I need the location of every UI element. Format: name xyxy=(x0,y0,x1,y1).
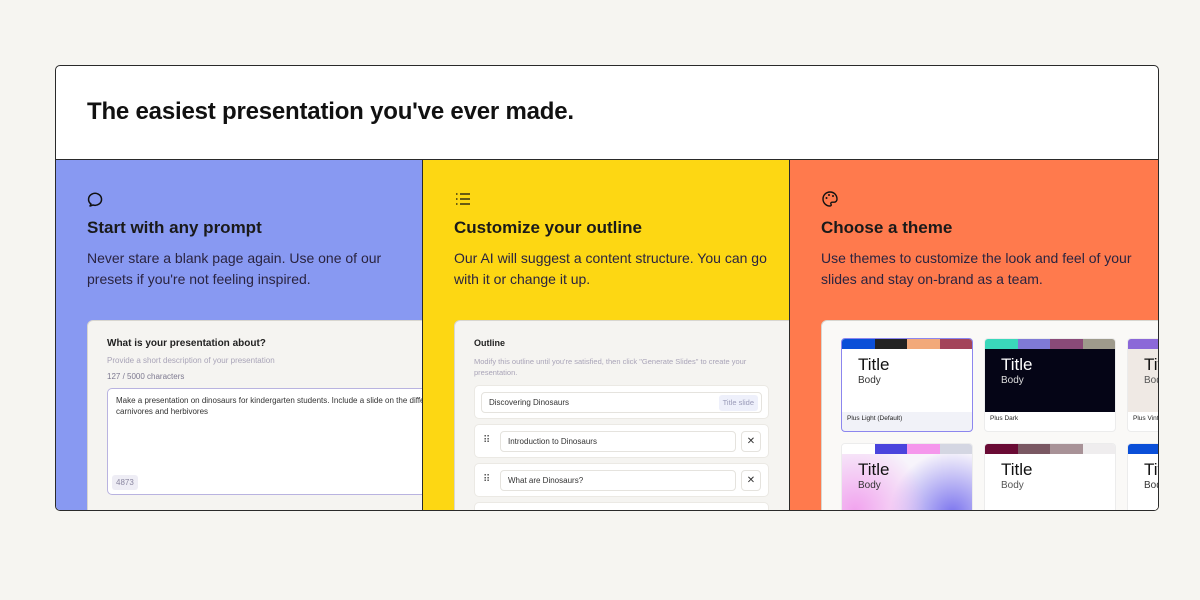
theme-preview-title: Title xyxy=(1144,460,1158,479)
theme-color-swatch: #3ad8bb xyxy=(985,339,1018,349)
theme-option[interactable]: #8b68d8#8b68d8#8b68d8#8b68d8 TitleBody P… xyxy=(1127,338,1159,432)
theme-color-strip: #8b68d8#8b68d8#8b68d8#8b68d8 xyxy=(1128,339,1158,349)
theme-preview-body: Body xyxy=(858,375,881,386)
theme-color-swatch: #7f7ad6 xyxy=(1017,339,1050,349)
palette-icon xyxy=(822,191,838,207)
theme-preview: TitleBody xyxy=(985,454,1115,510)
remaining-count: 4873 xyxy=(112,475,138,490)
theme-color-swatch: #d4d6e2 xyxy=(939,444,972,454)
theme-option[interactable]: #3ad8bb#7f7ad6#8a4a78#9e9a8c TitleBody P… xyxy=(984,338,1116,432)
drag-handle-icon[interactable]: ⠿ xyxy=(483,435,490,446)
outline-row: ⠿ What are Dinosaurs? ✕ xyxy=(474,463,769,497)
theme-panel: #0a4fd8#222222#f2a97a#a3445a TitleBody P… xyxy=(821,320,1159,510)
theme-preview-title: Title xyxy=(858,355,890,374)
theme-color-strip: #3ad8bb#7f7ad6#8a4a78#9e9a8c xyxy=(985,339,1115,349)
remove-button[interactable]: ✕ xyxy=(741,470,761,491)
prompt-text: Make a presentation on dinosaurs for kin… xyxy=(116,396,422,416)
drag-handle-icon[interactable]: ⠿ xyxy=(483,474,490,485)
outline-item-input[interactable]: Introduction to Dinosaurs xyxy=(500,431,736,452)
theme-color-swatch: #f2a97a xyxy=(907,339,940,349)
column-title: Customize your outline xyxy=(454,218,642,237)
outline-row xyxy=(474,502,769,510)
theme-preview-body: Body xyxy=(1001,480,1024,491)
theme-color-strip: #0a4fd8#222222#f2a97a#a3445a xyxy=(842,339,972,349)
prompt-hint: Provide a short description of your pres… xyxy=(107,356,275,365)
theme-color-swatch: #222222 xyxy=(874,339,907,349)
theme-color-swatch: #0a4fd8 xyxy=(842,339,875,349)
theme-color-swatch: #7a5863 xyxy=(1017,444,1050,454)
theme-color-swatch: #f597ec xyxy=(907,444,940,454)
header: The easiest presentation you've ever mad… xyxy=(56,66,1158,160)
theme-color-swatch: #ffffff xyxy=(842,444,875,454)
theme-color-strip: #6a0b35#7a5863#a89297#efedee xyxy=(985,444,1115,454)
title-slide-text: Discovering Dinosaurs xyxy=(489,398,570,407)
prompt-panel: What is your presentation about? Provide… xyxy=(87,320,422,510)
column-prompt: Start with any prompt Never stare a blan… xyxy=(56,160,422,510)
theme-color-swatch: #a89297 xyxy=(1050,444,1083,454)
theme-color-swatch: #9e9a8c xyxy=(1082,339,1115,349)
outline-panel: Outline Modify this outline until you're… xyxy=(454,320,789,510)
theme-preview: TitleBody xyxy=(842,454,972,510)
theme-preview-title: Title xyxy=(1001,460,1033,479)
list-icon xyxy=(456,193,470,205)
theme-name: Plus Vintage xyxy=(1133,415,1159,422)
theme-option[interactable]: #ffffff#4a44dd#f597ec#d4d6e2 TitleBody xyxy=(841,443,973,510)
theme-preview-body: Body xyxy=(1144,375,1158,386)
theme-name: Plus Dark xyxy=(990,415,1019,422)
theme-option[interactable]: #6a0b35#7a5863#a89297#efedee TitleBody xyxy=(984,443,1116,510)
column-title: Choose a theme xyxy=(821,218,953,237)
theme-preview: TitleBody xyxy=(985,349,1115,412)
theme-color-swatch: #0a4fd8 xyxy=(1128,444,1158,454)
column-description: Use themes to customize the look and fee… xyxy=(821,250,1132,287)
chat-bubble-icon xyxy=(87,192,103,207)
feature-card: The easiest presentation you've ever mad… xyxy=(55,65,1159,511)
prompt-question: What is your presentation about? xyxy=(107,338,266,349)
title-slide-tag: Title slide xyxy=(718,395,758,411)
theme-option[interactable]: #0a4fd8#0a4fd8#0a4fd8#0a4fd8 TitleBody xyxy=(1127,443,1158,510)
remove-button[interactable]: ✕ xyxy=(741,431,761,452)
theme-preview: TitleBody xyxy=(842,349,972,412)
theme-preview-title: Title xyxy=(1144,355,1158,374)
theme-color-swatch: #8a4a78 xyxy=(1050,339,1083,349)
title-slide-input[interactable]: Discovering Dinosaurs Title slide xyxy=(481,392,762,413)
outline-hint: Modify this outline until you're satisfi… xyxy=(474,357,747,377)
prompt-textarea[interactable]: Make a presentation on dinosaurs for kin… xyxy=(107,388,422,495)
outline-title: Outline xyxy=(474,338,505,348)
character-count: 127 / 5000 characters xyxy=(107,372,185,381)
theme-color-swatch: #4a44dd xyxy=(874,444,907,454)
theme-preview-title: Title xyxy=(1001,355,1033,374)
outline-item-input[interactable]: What are Dinosaurs? xyxy=(500,470,736,491)
outline-title-row: Discovering Dinosaurs Title slide xyxy=(474,385,769,419)
theme-preview-body: Body xyxy=(1144,480,1158,491)
theme-preview: TitleBody xyxy=(1128,454,1158,510)
outline-row: ⠿ Introduction to Dinosaurs ✕ xyxy=(474,424,769,458)
theme-color-swatch: #a3445a xyxy=(939,339,972,349)
column-outline: Customize your outline Our AI will sugge… xyxy=(422,160,789,510)
theme-preview: TitleBody xyxy=(1128,349,1158,412)
theme-color-strip: #ffffff#4a44dd#f597ec#d4d6e2 xyxy=(842,444,972,454)
column-title: Start with any prompt xyxy=(87,218,262,237)
column-theme: Choose a theme Use themes to customize t… xyxy=(789,160,1159,510)
theme-name: Plus Light (Default) xyxy=(847,415,903,422)
column-description: Our AI will suggest a content structure.… xyxy=(454,250,767,287)
theme-preview-body: Body xyxy=(858,480,881,491)
theme-preview-body: Body xyxy=(1001,375,1024,386)
page-title: The easiest presentation you've ever mad… xyxy=(87,98,574,125)
column-description: Never stare a blank page again. Use one … xyxy=(87,250,382,287)
theme-color-swatch: #efedee xyxy=(1082,444,1115,454)
theme-preview-title: Title xyxy=(858,460,890,479)
theme-color-swatch: #6a0b35 xyxy=(985,444,1018,454)
theme-color-strip: #0a4fd8#0a4fd8#0a4fd8#0a4fd8 xyxy=(1128,444,1158,454)
theme-color-swatch: #8b68d8 xyxy=(1128,339,1158,349)
theme-option[interactable]: #0a4fd8#222222#f2a97a#a3445a TitleBody P… xyxy=(841,338,973,432)
